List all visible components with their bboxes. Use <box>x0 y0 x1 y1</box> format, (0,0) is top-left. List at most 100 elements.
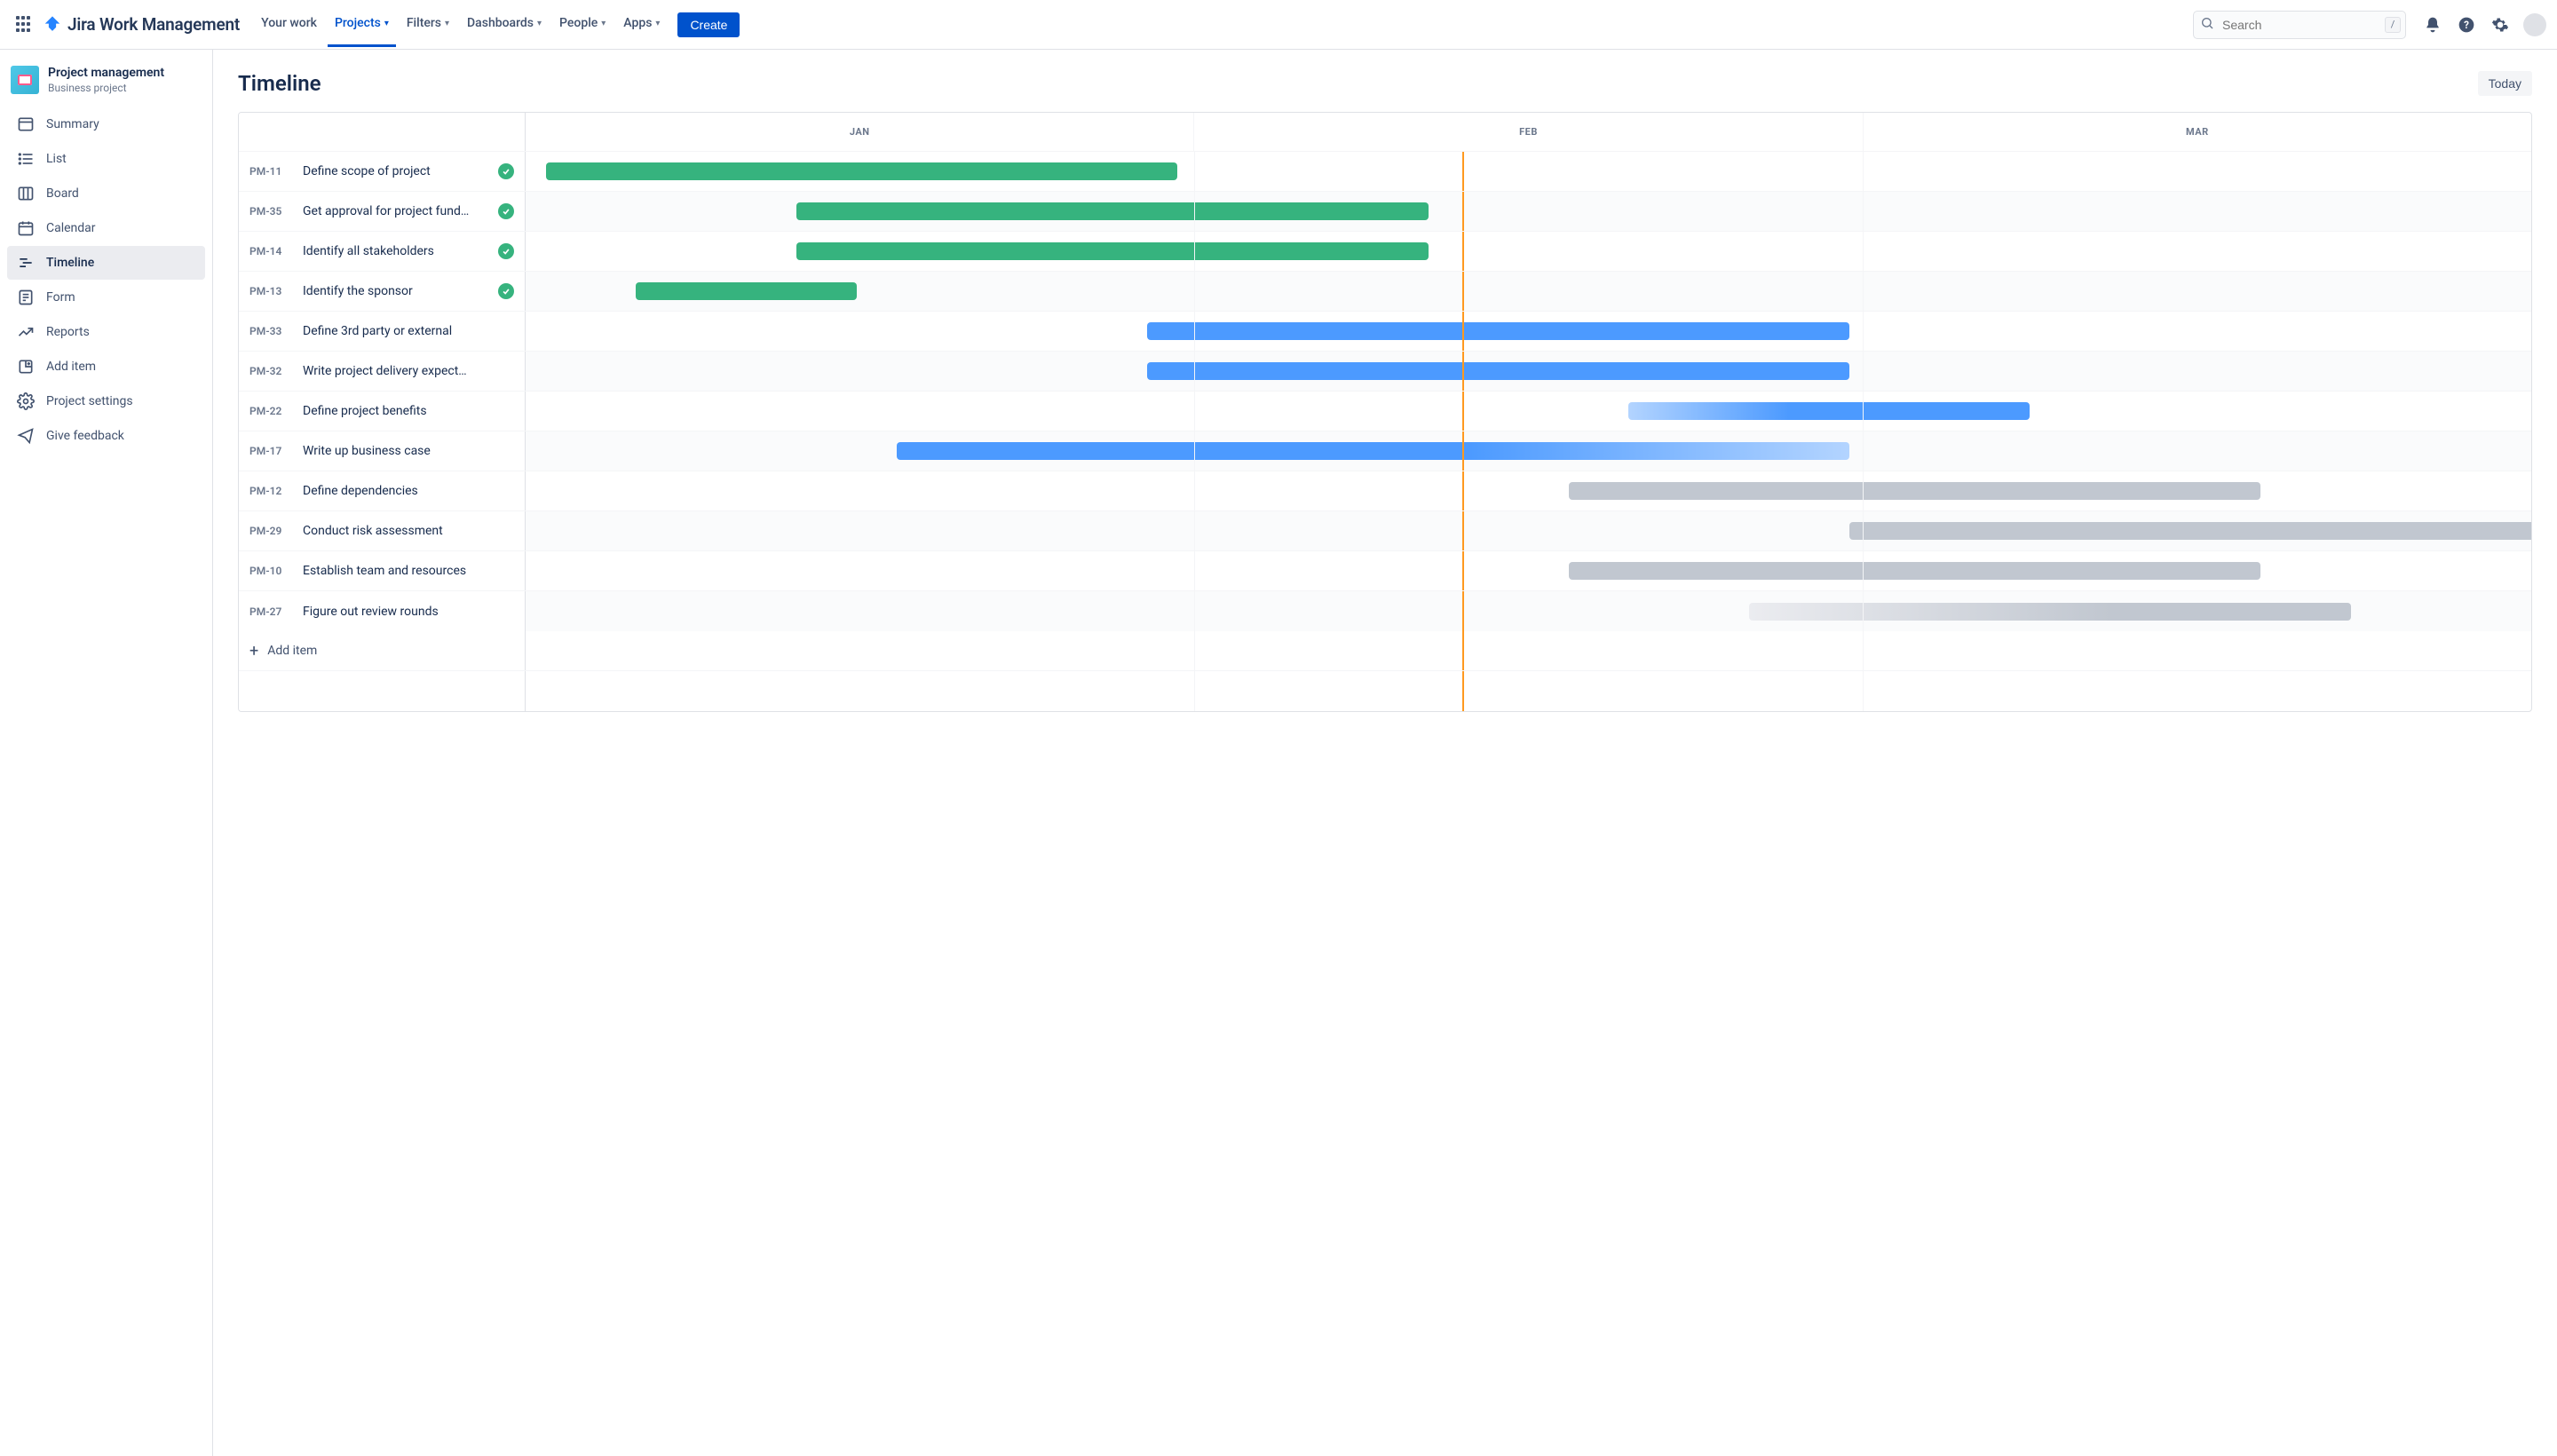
nav-item-filters[interactable]: Filters▾ <box>400 11 456 47</box>
project-name: Project management <box>48 66 164 80</box>
search-input[interactable] <box>2193 11 2406 39</box>
chevron-down-icon: ▾ <box>384 19 389 28</box>
timeline-row[interactable]: PM-33Define 3rd party or external <box>239 312 2531 352</box>
today-line <box>1462 312 1464 351</box>
sidebar-item-reports[interactable]: Reports <box>7 315 205 349</box>
search-icon <box>2200 16 2214 34</box>
project-header[interactable]: Project management Business project <box>7 60 205 107</box>
product-name: Jira Work Management <box>67 14 240 35</box>
timeline-row[interactable]: PM-17Write up business case <box>239 431 2531 471</box>
create-button[interactable]: Create <box>677 12 740 37</box>
gantt-bar[interactable] <box>1569 562 2260 580</box>
nav-item-label: People <box>559 16 598 30</box>
gantt-bar[interactable] <box>636 282 856 300</box>
sidebar-item-give-feedback[interactable]: Give feedback <box>7 419 205 453</box>
settings-icon <box>16 392 36 411</box>
page-title: Timeline <box>238 71 321 96</box>
gantt-lane <box>526 591 2531 631</box>
gantt-bar[interactable] <box>1147 362 1849 380</box>
sidebar-item-timeline[interactable]: Timeline <box>7 246 205 280</box>
task-id: PM-14 <box>249 245 292 257</box>
chevron-down-icon: ▾ <box>537 19 542 28</box>
add-item-row[interactable]: + Add item <box>239 631 2531 671</box>
gantt-bar[interactable] <box>1628 402 2030 420</box>
timeline-row[interactable]: PM-27Figure out review rounds <box>239 591 2531 631</box>
project-icon <box>11 66 39 94</box>
task-id: PM-13 <box>249 285 292 297</box>
timeline-row[interactable]: PM-35 Get approval for project fund… <box>239 192 2531 232</box>
month-column: JAN <box>526 113 1194 151</box>
profile-avatar[interactable] <box>2523 13 2546 36</box>
done-check-icon <box>498 203 514 219</box>
content-area: Timeline Today JANFEBMAR PM-11Define sco… <box>213 50 2557 1456</box>
sidebar-item-label: List <box>46 152 67 166</box>
top-actions: ? <box>2422 13 2546 36</box>
app-switcher-icon[interactable] <box>14 14 36 36</box>
nav-item-label: Your work <box>261 16 317 30</box>
sidebar-item-project-settings[interactable]: Project settings <box>7 384 205 418</box>
task-name: Identify all stakeholders <box>303 244 487 258</box>
timeline-row[interactable]: PM-10Establish team and resources <box>239 551 2531 591</box>
sidebar-item-label: Add item <box>46 360 96 374</box>
sidebar-item-summary[interactable]: Summary <box>7 107 205 141</box>
timeline-row[interactable]: PM-32Write project delivery expect… <box>239 352 2531 392</box>
settings-icon[interactable] <box>2490 14 2511 36</box>
gantt-bar[interactable] <box>1569 482 2260 500</box>
timeline-row[interactable]: PM-12Define dependencies <box>239 471 2531 511</box>
timeline-row[interactable]: PM-22Define project benefits <box>239 392 2531 431</box>
timeline-row[interactable]: PM-29Conduct risk assessment <box>239 511 2531 551</box>
chevron-down-icon: ▾ <box>445 19 449 28</box>
timeline-row[interactable]: PM-13 Identify the sponsor <box>239 272 2531 312</box>
timeline-container: JANFEBMAR PM-11Define scope of projectPM… <box>238 112 2532 712</box>
gantt-bar[interactable] <box>796 202 1429 220</box>
sidebar-item-board[interactable]: Board <box>7 177 205 210</box>
gantt-bar[interactable] <box>796 242 1429 260</box>
sidebar-item-add-item[interactable]: Add item <box>7 350 205 384</box>
feedback-icon <box>16 426 36 446</box>
sidebar-item-calendar[interactable]: Calendar <box>7 211 205 245</box>
plus-icon: + <box>249 642 258 661</box>
page-header: Timeline Today <box>238 71 2532 96</box>
gantt-bar[interactable] <box>1749 603 2351 621</box>
sidebar: Project management Business project Summ… <box>0 50 213 1456</box>
task-name: Define project benefits <box>303 404 514 418</box>
gantt-lane <box>526 431 2531 471</box>
board-icon <box>16 184 36 203</box>
today-button[interactable]: Today <box>2478 71 2532 96</box>
form-icon <box>16 288 36 307</box>
nav-item-projects[interactable]: Projects▾ <box>328 11 396 47</box>
sidebar-item-label: Summary <box>46 117 99 131</box>
task-id: PM-29 <box>249 525 292 537</box>
today-line <box>1462 192 1464 231</box>
timeline-row[interactable]: PM-11Define scope of project <box>239 152 2531 192</box>
task-id: PM-35 <box>249 205 292 218</box>
sidebar-item-list[interactable]: List <box>7 142 205 176</box>
gantt-lane <box>526 551 2531 590</box>
sidebar-item-form[interactable]: Form <box>7 281 205 314</box>
product-logo[interactable]: Jira Work Management <box>43 14 240 35</box>
nav-item-dashboards[interactable]: Dashboards▾ <box>460 11 549 47</box>
help-icon[interactable]: ? <box>2456 14 2477 36</box>
timeline-months: JANFEBMAR <box>526 113 2531 151</box>
timeline-row[interactable]: PM-14 Identify all stakeholders <box>239 232 2531 272</box>
nav-item-your-work[interactable]: Your work <box>254 11 324 47</box>
nav-item-label: Apps <box>623 16 652 30</box>
search-container: / <box>2193 11 2406 39</box>
add-item-icon <box>16 357 36 376</box>
nav-item-apps[interactable]: Apps▾ <box>616 11 667 47</box>
today-line <box>1462 471 1464 510</box>
task-name: Identify the sponsor <box>303 284 487 298</box>
project-subtitle: Business project <box>48 82 164 94</box>
sidebar-item-label: Timeline <box>46 256 94 270</box>
gantt-bar[interactable] <box>1849 522 2532 540</box>
notifications-icon[interactable] <box>2422 14 2443 36</box>
search-shortcut-badge: / <box>2385 17 2401 33</box>
nav-item-people[interactable]: People▾ <box>552 11 613 47</box>
gantt-lane <box>526 152 2531 191</box>
gantt-bar[interactable] <box>546 162 1178 180</box>
gantt-bar[interactable] <box>897 442 1849 460</box>
today-line <box>1462 272 1464 311</box>
task-name: Get approval for project fund… <box>303 204 487 218</box>
gantt-bar[interactable] <box>1147 322 1849 340</box>
gantt-lane <box>526 352 2531 391</box>
